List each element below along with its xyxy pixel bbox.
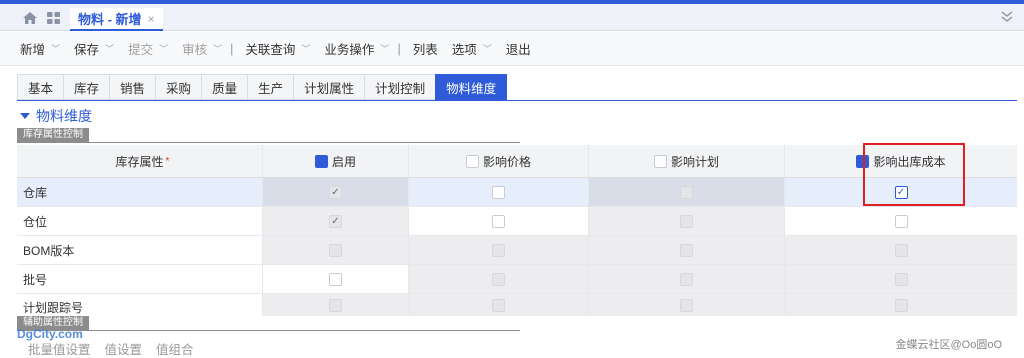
enabled-checkbox[interactable]	[329, 272, 342, 286]
options-button[interactable]: 选项 ﹀	[452, 39, 492, 58]
header-checkbox[interactable]	[314, 154, 328, 168]
value-combination-link[interactable]: 值组合	[156, 339, 194, 358]
apps-grid-icon[interactable]	[47, 12, 61, 24]
chevron-down-icon[interactable]: ﹀	[51, 42, 60, 55]
row-label: 计划跟踪号	[17, 294, 263, 316]
tab-production[interactable]: 生产	[247, 74, 294, 100]
required-mark: *	[165, 155, 170, 167]
list-button[interactable]: 列表	[413, 39, 438, 58]
tab-label: 物料 - 新增	[78, 12, 142, 27]
tab-material-dimension[interactable]: 物料维度	[435, 74, 508, 100]
chevron-down-icon[interactable]: ﹀	[380, 42, 389, 55]
watermark-right: 金蝶云社区@Oo圆oO	[895, 339, 1002, 351]
enabled-checkbox: ✓	[329, 185, 342, 199]
affect-price-checkbox[interactable]	[492, 185, 505, 199]
column-header-enabled[interactable]: 启用	[263, 145, 409, 177]
tab-sales[interactable]: 销售	[109, 74, 156, 100]
section-title: 物料维度	[36, 108, 92, 124]
affect-plan-checkbox	[680, 214, 693, 228]
audit-button[interactable]: 审核 ﹀	[182, 39, 222, 58]
table-row[interactable]: 批号	[17, 265, 1017, 294]
affect-plan-checkbox	[680, 298, 693, 312]
double-chevron-down-icon[interactable]	[1000, 10, 1014, 24]
enabled-checkbox	[329, 243, 342, 257]
table-row[interactable]: 计划跟踪号	[17, 294, 1017, 316]
close-icon[interactable]: ×	[148, 12, 155, 26]
row-label: 批号	[17, 265, 263, 293]
row-label: 仓库	[17, 178, 263, 206]
affect-cost-checkbox	[894, 243, 908, 257]
highlight-annotation	[863, 143, 965, 206]
new-button[interactable]: 新增 ﹀	[20, 39, 60, 58]
toolbar-separator: |	[230, 41, 234, 56]
chevron-down-icon[interactable]: ﹀	[213, 42, 222, 55]
chevron-down-icon[interactable]: ﹀	[105, 42, 114, 55]
affect-cost-checkbox	[894, 298, 908, 312]
row-label: BOM版本	[17, 236, 263, 264]
row-label: 仓位	[17, 207, 263, 235]
affect-plan-checkbox	[680, 243, 693, 257]
tab-quality[interactable]: 质量	[201, 74, 248, 100]
section-header[interactable]: 物料维度	[20, 106, 92, 126]
column-header-affect-price[interactable]: 影响价格	[409, 145, 589, 177]
tab-plan-attributes[interactable]: 计划属性	[293, 74, 365, 100]
chevron-down-icon[interactable]: ﹀	[483, 42, 492, 55]
affect-cost-checkbox	[894, 272, 908, 286]
enabled-checkbox: ✓	[329, 214, 342, 228]
value-setting-link[interactable]: 值设置	[105, 339, 143, 358]
chevron-down-icon[interactable]: ﹀	[159, 42, 168, 55]
related-query-button[interactable]: 关联查询 ﹀	[245, 39, 310, 58]
tab-material-new[interactable]: 物料 - 新增 ×	[70, 8, 163, 31]
toolbar-separator: |	[397, 41, 401, 56]
subtab-underline	[17, 100, 1017, 101]
affect-plan-checkbox	[680, 272, 693, 286]
table-row[interactable]: BOM版本	[17, 236, 1017, 265]
batch-value-setting-link[interactable]: 批量值设置	[28, 339, 91, 358]
business-operation-button[interactable]: 业务操作 ﹀	[324, 39, 389, 58]
toolbar: 新增 ﹀ 保存 ﹀ 提交 ﹀ 审核 ﹀ | 关联查询 ﹀ 业务操作 ﹀ | 列表 选项 ﹀ 退…	[0, 32, 1024, 66]
affect-price-checkbox	[492, 243, 505, 257]
caret-down-icon[interactable]	[20, 113, 30, 119]
group-divider	[17, 330, 520, 331]
tab-basic[interactable]: 基本	[17, 74, 64, 100]
affect-price-checkbox	[492, 298, 505, 312]
tab-purchase[interactable]: 采购	[155, 74, 202, 100]
subtab-bar: 基本 库存 销售 采购 质量 生产 计划属性 计划控制 物料维度	[17, 74, 508, 100]
affect-cost-checkbox[interactable]	[894, 214, 908, 228]
affect-plan-checkbox	[680, 185, 693, 199]
group-label-inventory: 库存属性控制	[17, 128, 89, 142]
exit-button[interactable]: 退出	[506, 39, 531, 58]
chevron-down-icon[interactable]: ﹀	[301, 42, 310, 55]
tab-plan-control[interactable]: 计划控制	[364, 74, 436, 100]
table-row[interactable]: 仓位 ✓	[17, 207, 1017, 236]
header-checkbox[interactable]	[653, 154, 667, 168]
column-header-attribute: 库存属性 *	[17, 145, 263, 177]
group-divider	[17, 142, 520, 143]
header-checkbox[interactable]	[465, 154, 479, 168]
tab-inventory[interactable]: 库存	[63, 74, 110, 100]
document-tabbar: 物料 - 新增 ×	[0, 4, 1024, 31]
enabled-checkbox	[329, 298, 342, 312]
affect-price-checkbox[interactable]	[492, 214, 505, 228]
column-header-affect-plan[interactable]: 影响计划	[589, 145, 785, 177]
save-button[interactable]: 保存 ﹀	[74, 39, 114, 58]
home-icon[interactable]	[23, 12, 37, 24]
affect-price-checkbox	[492, 272, 505, 286]
submit-button[interactable]: 提交 ﹀	[128, 39, 168, 58]
aux-actions: 批量值设置 值设置 值组合	[28, 339, 194, 358]
